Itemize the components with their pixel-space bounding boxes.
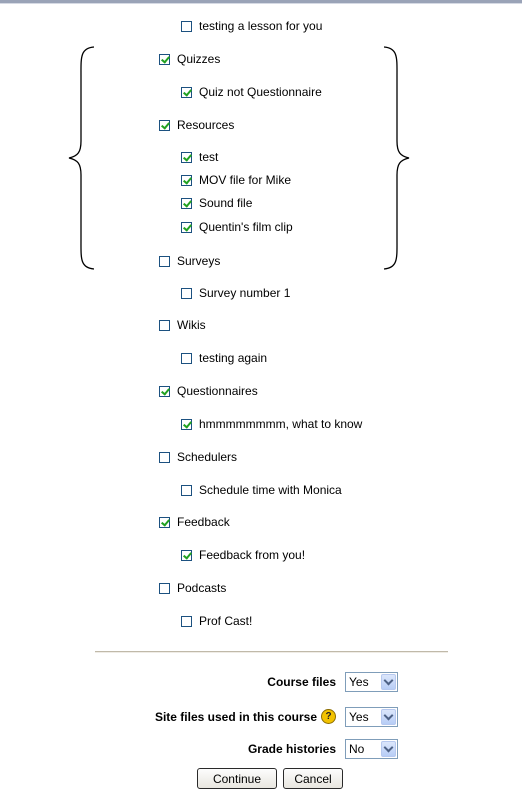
grade-histories-value: No [349,742,365,756]
checkbox[interactable] [159,385,170,397]
item-label: Feedback from you! [199,548,306,562]
list-item[interactable]: Survey number 1 [181,285,290,301]
item-label: Sound file [199,196,253,210]
checkbox[interactable] [159,451,170,463]
list-item[interactable]: Wikis [159,317,206,333]
item-label: Wikis [177,318,206,332]
checkbox[interactable] [181,86,192,98]
right-brace [383,46,410,270]
checkbox[interactable] [159,582,170,594]
list-item[interactable]: Schedule time with Monica [181,482,342,498]
list-item[interactable]: Prof Cast! [181,613,252,629]
checkbox[interactable] [159,119,170,131]
site-files-label-wrap: Site files used in this course ? [155,709,336,724]
item-label: Quiz not Questionnaire [199,85,322,99]
checkbox[interactable] [159,516,170,528]
list-item[interactable]: Surveys [159,253,220,269]
checkbox[interactable] [181,484,192,496]
chevron-down-icon[interactable] [381,674,396,690]
help-icon[interactable]: ? [321,709,336,724]
checkbox[interactable] [181,221,192,233]
course-files-select[interactable]: Yes [345,672,398,692]
item-label: Quizzes [177,52,221,66]
checkbox[interactable] [181,20,192,32]
list-item[interactable]: MOV file for Mike [181,172,291,188]
grade-histories-select[interactable]: No [345,739,398,759]
item-label: Prof Cast! [199,614,253,628]
list-item[interactable]: Quizzes [159,51,220,67]
site-files-value: Yes [349,710,369,724]
left-brace [68,46,95,270]
list-item[interactable]: testing again [181,350,267,366]
chevron-down-icon[interactable] [381,741,396,757]
list-item[interactable]: Quiz not Questionnaire [181,84,322,100]
list-item[interactable]: test [181,149,218,165]
checkbox[interactable] [181,418,192,430]
item-label: Survey number 1 [199,286,291,300]
list-item[interactable]: Resources [159,117,234,133]
checkbox[interactable] [181,287,192,299]
item-label: Resources [177,118,235,132]
item-label: Surveys [177,254,221,268]
checkbox[interactable] [181,352,192,364]
item-label: Schedule time with Monica [199,483,342,497]
course-files-value: Yes [349,675,369,689]
site-files-label: Site files used in this course [154,709,317,724]
checkbox[interactable] [159,53,170,65]
site-files-select[interactable]: Yes [345,707,398,727]
divider [95,651,448,653]
item-label: testing again [199,351,268,365]
checkbox[interactable] [181,197,192,209]
list-item[interactable]: Questionnaires [159,383,258,399]
item-label: Schedulers [177,450,238,464]
item-label: MOV file for Mike [199,173,292,187]
checkbox[interactable] [181,174,192,186]
chevron-down-icon[interactable] [381,709,396,725]
item-label: Questionnaires [177,384,258,398]
course-files-label: Course files [267,675,336,689]
checkbox[interactable] [159,255,170,267]
list-item[interactable]: Quentin's film clip [181,219,293,235]
checkbox[interactable] [181,549,192,561]
item-label: Feedback [177,515,230,529]
list-item[interactable]: Sound file [181,195,252,211]
list-item[interactable]: Feedback [159,514,230,530]
item-label: testing a lesson for you [199,19,323,33]
list-item[interactable]: Feedback from you! [181,547,305,563]
list-item[interactable]: Podcasts [159,580,226,596]
top-border-shadow [0,3,522,4]
checkbox[interactable] [159,319,170,331]
grade-histories-label: Grade histories [247,742,336,756]
item-label: Quentin's film clip [199,220,293,234]
cancel-button[interactable]: Cancel [283,768,343,789]
continue-button[interactable]: Continue [197,768,277,789]
item-label: hmmmmmmmm, what to know [199,417,363,431]
list-item[interactable]: Schedulers [159,449,237,465]
item-label: Podcasts [177,581,227,595]
item-label: test [199,150,219,164]
checkbox[interactable] [181,151,192,163]
list-item[interactable]: hmmmmmmmm, what to know [181,416,362,432]
checkbox[interactable] [181,615,192,627]
list-item[interactable]: testing a lesson for you [181,18,322,34]
